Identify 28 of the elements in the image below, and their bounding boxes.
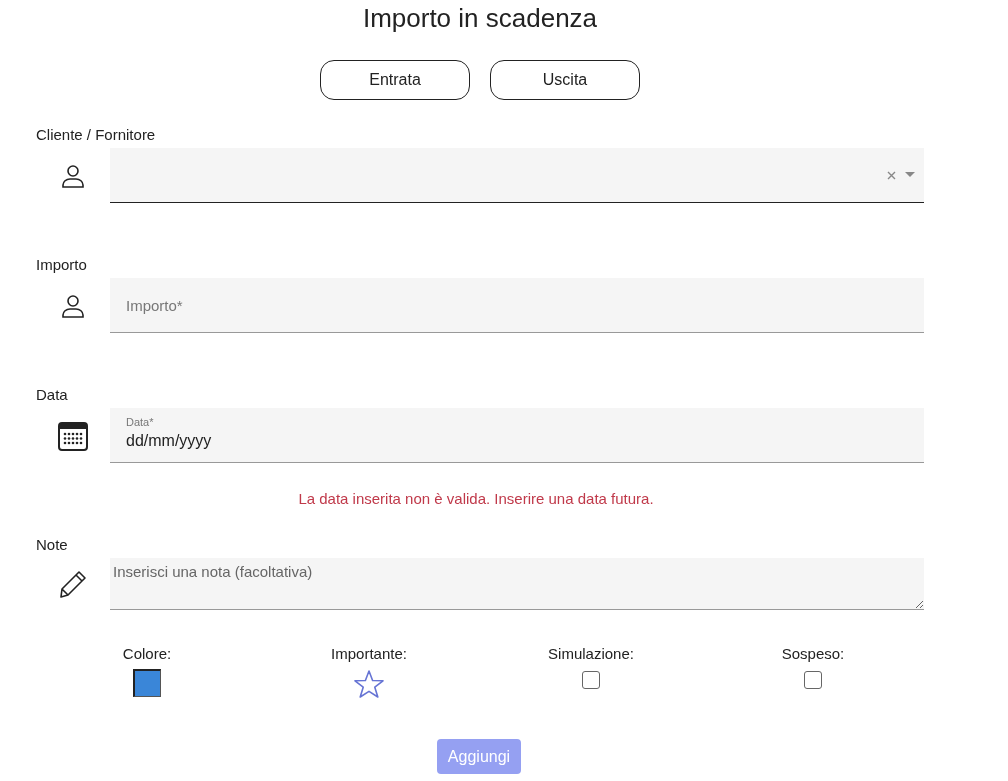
select-field[interactable] (110, 148, 924, 203)
field-label: Note (36, 535, 69, 555)
option-label: Simulazione: (548, 644, 634, 664)
color-swatch[interactable] (133, 669, 161, 697)
date-field[interactable]: Data* dd/mm/yyyy (110, 408, 924, 463)
option-label: Sospeso: (781, 644, 845, 664)
note-textarea[interactable]: Inserisci una nota (facoltativa) (110, 558, 924, 610)
pencil-icon (58, 569, 88, 599)
option-label: Colore: (122, 644, 172, 664)
field-label: Importo (36, 255, 88, 275)
clear-icon[interactable] (887, 170, 896, 180)
date-value: dd/mm/yyyy (126, 432, 213, 450)
page-title: Importo in scadenza (361, 2, 599, 33)
calendar-icon (57, 419, 89, 452)
error-message: La data inserita non è valida. Inserire una data futura. (297, 490, 655, 507)
checkbox[interactable] (582, 671, 600, 689)
person-icon (60, 162, 86, 189)
type-button[interactable]: Entrata (320, 60, 470, 100)
checkbox[interactable] (804, 671, 822, 689)
floating-label: Data* (126, 416, 155, 428)
option-label: Importante: (331, 644, 407, 664)
type-button[interactable]: Uscita (490, 60, 640, 100)
field-label: Data (36, 385, 69, 405)
star-icon[interactable] (353, 669, 385, 699)
amount-input[interactable]: Importo* (110, 278, 924, 333)
field-label: Cliente / Fornitore (36, 125, 157, 145)
caret-icon[interactable] (905, 172, 915, 178)
person-icon (60, 292, 86, 319)
